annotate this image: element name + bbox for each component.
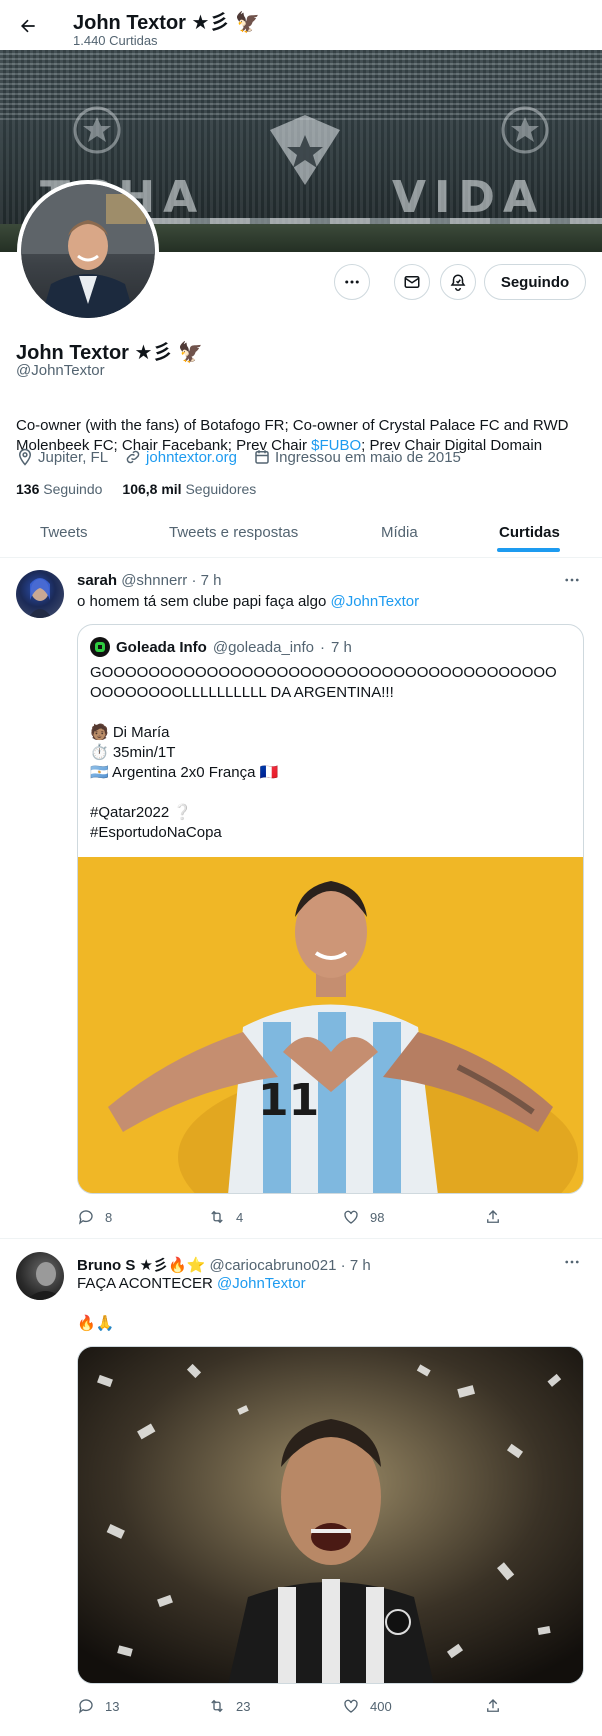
profile-website[interactable]: johntextor.org	[124, 448, 237, 466]
more-icon	[565, 578, 579, 582]
tweet-author-handle[interactable]: @cariocabruno021	[209, 1257, 336, 1274]
tab-tweets-replies[interactable]: Tweets e respostas	[169, 506, 298, 558]
tab-tweets[interactable]: Tweets	[40, 506, 88, 558]
profile-page: John Textor ★彡 🦅 1.440 Curtidas TCHA VID…	[0, 0, 602, 1736]
profile-meta: Jupiter, FL johntextor.org Ingressou em …	[16, 448, 473, 466]
profile-stats: 136 Seguindo 106,8 mil Seguidores	[16, 481, 256, 497]
share-icon	[487, 1210, 499, 1223]
message-button[interactable]	[394, 264, 430, 300]
quote-author-name: Goleada Info	[116, 638, 207, 656]
like-button[interactable]: 98	[342, 1208, 384, 1226]
like-button[interactable]: 400	[342, 1697, 392, 1715]
tweet-author-name[interactable]: Bruno S ★彡🔥⭐	[77, 1257, 205, 1274]
more-icon	[345, 280, 359, 284]
tweet-time[interactable]: 7 h	[201, 572, 222, 589]
retweet-icon	[211, 1210, 223, 1224]
top-bar: John Textor ★彡 🦅 1.440 Curtidas	[0, 0, 602, 50]
tweet-image[interactable]	[77, 1346, 584, 1684]
tweet-time[interactable]: 7 h	[350, 1257, 371, 1274]
more-icon	[565, 1260, 579, 1264]
notify-icon	[450, 274, 466, 291]
avatar-photo	[21, 184, 155, 318]
banner-text-right: VIDA	[392, 172, 545, 223]
tweet-mention[interactable]: @JohnTextor	[330, 593, 419, 610]
share-button[interactable]	[484, 1697, 502, 1715]
tweet-more-button[interactable]	[561, 569, 583, 591]
active-tab-indicator	[497, 548, 560, 552]
header-title: John Textor ★彡 🦅	[73, 12, 260, 34]
reply-icon	[78, 1699, 93, 1714]
tweet-author-name[interactable]: sarah	[77, 572, 117, 589]
tweet-separator	[0, 1238, 602, 1239]
crest-left-icon	[73, 106, 121, 154]
tweet-header: Bruno S ★彡🔥⭐ @cariocabruno021 · 7 h	[77, 1257, 371, 1274]
profile-handle: @JohnTextor	[16, 362, 105, 379]
tweet-author-handle[interactable]: @shnnerr	[121, 572, 187, 589]
tweet-avatar[interactable]	[16, 1252, 64, 1300]
profile-joined: Ingressou em maio de 2015	[253, 448, 461, 466]
quote-text: GOOOOOOOOOOOOOOOOOOOOOOOOOOOOOOOOOOOOOOO…	[90, 664, 557, 841]
botafogo-crest-icon	[270, 115, 340, 185]
profile-location: Jupiter, FL	[16, 448, 108, 466]
link-icon	[126, 450, 140, 464]
quote-image[interactable]: 11	[78, 857, 583, 1193]
reply-icon	[78, 1210, 93, 1225]
quote-author-handle: @goleada_info	[212, 638, 314, 656]
tweet-mention[interactable]: @JohnTextor	[217, 1275, 306, 1292]
reply-button[interactable]: 13	[77, 1697, 119, 1715]
calendar-icon	[255, 450, 269, 464]
like-icon	[344, 1210, 358, 1224]
tweet-more-button[interactable]	[561, 1251, 583, 1273]
following-button[interactable]: Seguindo	[484, 264, 586, 300]
like-icon	[344, 1699, 358, 1713]
tweet-avatar[interactable]	[16, 570, 64, 618]
notifications-button[interactable]	[440, 264, 476, 300]
tab-media[interactable]: Mídia	[381, 506, 418, 558]
quote-time: 7 h	[330, 638, 352, 656]
tweet-header: sarah @shnnerr · 7 h	[77, 572, 222, 589]
profile-name: John Textor ★彡 🦅	[16, 342, 203, 364]
back-button[interactable]	[12, 10, 44, 42]
tweet-text-line2: 🔥🙏	[77, 1315, 115, 1332]
header-likes-count: 1.440 Curtidas	[73, 33, 158, 48]
tweet-text: o homem tá sem clube papi faça algo @Joh…	[77, 593, 420, 610]
jersey-number: 11	[258, 1075, 319, 1126]
reply-button[interactable]: 8	[77, 1208, 112, 1226]
profile-avatar[interactable]	[17, 180, 159, 322]
retweet-button[interactable]: 23	[208, 1697, 250, 1715]
back-arrow-icon	[21, 19, 35, 33]
location-icon	[18, 448, 32, 466]
more-options-button[interactable]	[334, 264, 370, 300]
retweet-button[interactable]: 4	[208, 1208, 243, 1226]
goleada-logo-icon	[90, 637, 110, 657]
following-count-link[interactable]: 136 Seguindo	[16, 481, 102, 497]
share-button[interactable]	[484, 1208, 502, 1226]
quote-header: Goleada Info @goleada_info · 7 h	[90, 637, 352, 657]
followers-count-link[interactable]: 106,8 mil Seguidores	[122, 481, 256, 497]
share-icon	[487, 1699, 499, 1712]
crest-right-icon	[501, 106, 549, 154]
mail-icon	[404, 276, 420, 288]
retweet-icon	[211, 1699, 223, 1713]
quote-tweet[interactable]: Goleada Info @goleada_info · 7 h GOOOOOO…	[77, 624, 584, 1194]
tweet-text: FAÇA ACONTECER @JohnTextor	[77, 1275, 306, 1292]
